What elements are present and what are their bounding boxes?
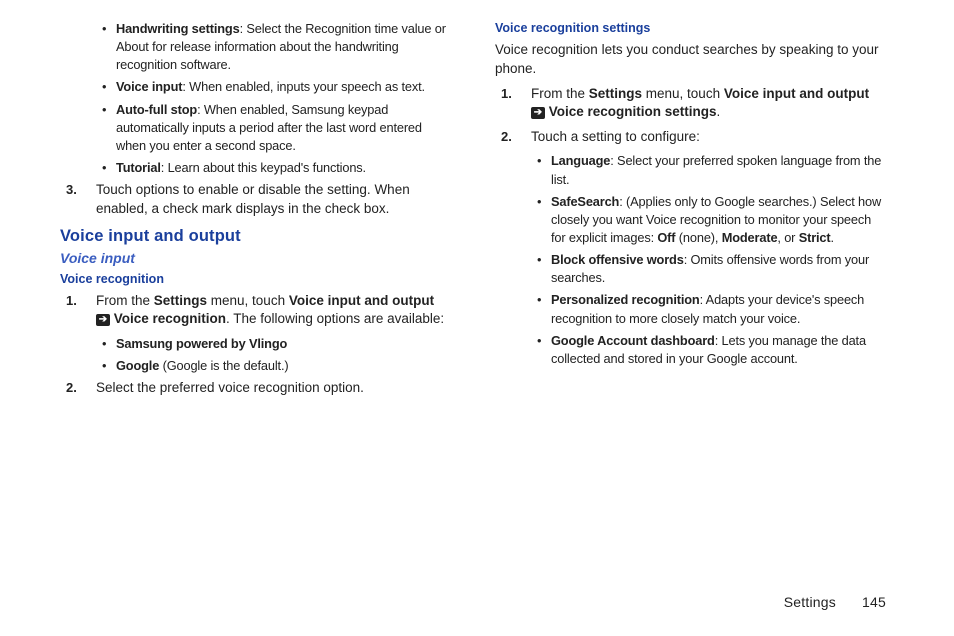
bullet-text: (none), [675,230,721,245]
footer-page-number: 145 [862,594,886,610]
footer-section: Settings [784,594,836,610]
heading-voice-input-and-output: Voice input and output [60,225,451,248]
bullet-label: Handwriting settings [116,21,240,36]
bullet-label: Google [116,358,159,373]
bullet-dot-icon: • [537,332,541,350]
vrs-step-1: 1. From the Settings menu, touch Voice i… [495,85,886,122]
step-number: 1. [66,292,77,310]
bullet-auto-full-stop: • Auto-full stop: When enabled, Samsung … [60,101,451,155]
step-number: 3. [66,181,77,199]
vr-step-2: 2. Select the preferred voice recognitio… [60,379,451,398]
bullet-dot-icon: • [102,78,106,96]
content-columns: • Handwriting settings: Select the Recog… [60,18,886,558]
bullet-personalized-recognition: • Personalized recognition: Adapts your … [495,291,886,327]
heading-voice-recognition-settings: Voice recognition settings [495,20,886,37]
vrs-step-2: 2. Touch a setting to configure: [495,128,886,147]
bullet-block-offensive: • Block offensive words: Omits offensive… [495,251,886,287]
option-off: Off [657,230,675,245]
step-text-bold: Voice recognition [114,311,226,326]
heading-voice-input: Voice input [60,249,451,268]
step-text-part: menu, touch [642,86,724,101]
arrow-icon: ➔ [96,314,110,326]
step-text-bold: Settings [154,293,207,308]
bullet-label: Personalized recognition [551,292,700,307]
bullet-dot-icon: • [102,20,106,38]
bullet-text: (Google is the default.) [159,358,288,373]
option-moderate: Moderate [722,230,778,245]
step-text-part: From the [96,293,154,308]
bullet-label: Samsung powered by Vlingo [116,336,287,351]
step-text-bold: Voice input and output [289,293,434,308]
bullet-text: : When enabled, inputs your speech as te… [182,79,425,94]
bullet-dot-icon: • [102,335,106,353]
step-text: Select the preferred voice recognition o… [96,380,364,395]
step-number: 1. [501,85,512,103]
bullet-text: : Learn about this keypad's functions. [161,160,366,175]
bullet-dot-icon: • [537,291,541,309]
bullet-safesearch: • SafeSearch: (Applies only to Google se… [495,193,886,247]
bullet-handwriting-settings: • Handwriting settings: Select the Recog… [60,20,451,74]
step-text: Touch options to enable or disable the s… [96,182,410,216]
bullet-text: , or [777,230,798,245]
step-text: Touch a setting to configure: [531,129,700,144]
bullet-label: Google Account dashboard [551,333,715,348]
bullet-dot-icon: • [537,193,541,211]
step-3: 3. Touch options to enable or disable th… [60,181,451,218]
bullet-dot-icon: • [102,357,106,375]
bullet-label: Tutorial [116,160,161,175]
bullet-google-dashboard: • Google Account dashboard: Lets you man… [495,332,886,368]
bullet-dot-icon: • [537,251,541,269]
step-text-bold: Voice input and output [724,86,869,101]
step-text-part: . The following options are available: [226,311,444,326]
page: • Handwriting settings: Select the Recog… [0,0,954,636]
step-number: 2. [66,379,77,397]
vr-step-1: 1. From the Settings menu, touch Voice i… [60,292,451,329]
step-text-part: . [717,104,721,119]
step-text-bold: Voice recognition settings [549,104,717,119]
bullet-text: . [831,230,834,245]
bullet-dot-icon: • [102,101,106,119]
bullet-voice-input: • Voice input: When enabled, inputs your… [60,78,451,96]
bullet-google-default: • Google (Google is the default.) [60,357,451,375]
step-number: 2. [501,128,512,146]
step-text-part: From the [531,86,589,101]
arrow-icon: ➔ [531,107,545,119]
bullet-dot-icon: • [537,152,541,170]
intro-text: Voice recognition lets you conduct searc… [495,41,886,78]
bullet-label: SafeSearch [551,194,619,209]
bullet-language: • Language: Select your preferred spoken… [495,152,886,188]
footer: Settings 145 [784,593,886,612]
bullet-label: Block offensive words [551,252,684,267]
bullet-tutorial: • Tutorial: Learn about this keypad's fu… [60,159,451,177]
bullet-label: Voice input [116,79,182,94]
bullet-samsung-vlingo: • Samsung powered by Vlingo [60,335,451,353]
bullet-label: Language [551,153,610,168]
step-text-part: menu, touch [207,293,289,308]
bullet-label: Auto-full stop [116,102,197,117]
option-strict: Strict [799,230,831,245]
heading-voice-recognition: Voice recognition [60,271,451,288]
step-text-bold: Settings [589,86,642,101]
bullet-dot-icon: • [102,159,106,177]
